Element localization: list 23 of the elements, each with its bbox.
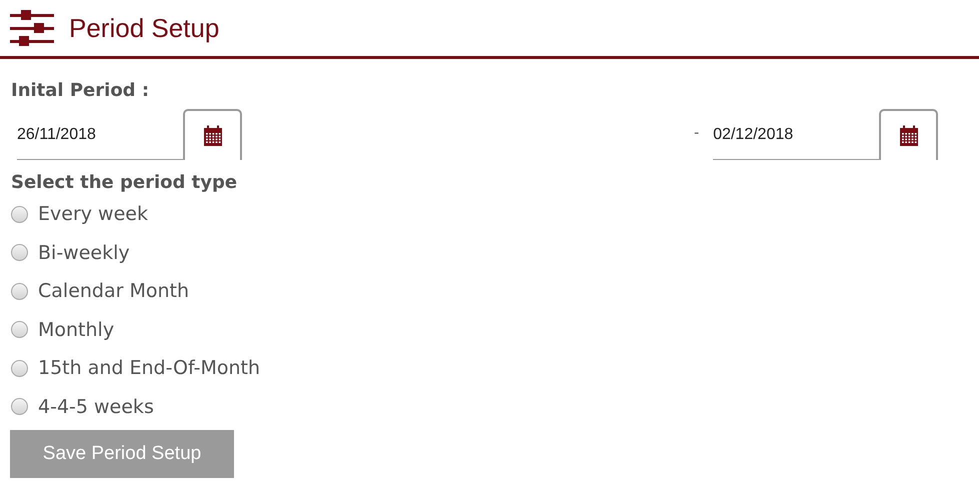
radio-button[interactable]: [11, 398, 28, 416]
radio-button[interactable]: [11, 360, 28, 377]
date-field[interactable]: 26/11/2018: [17, 110, 183, 160]
calendar-button[interactable]: [183, 109, 242, 160]
calendar-icon: [202, 124, 222, 146]
radio-button[interactable]: [11, 282, 28, 300]
radio-label: 15th and End-Of-Month: [38, 356, 260, 381]
sliders-icon: [10, 8, 54, 48]
radio-button[interactable]: [11, 206, 28, 223]
page-title: Period Setup: [69, 12, 220, 44]
radio-label: Every week: [38, 202, 148, 227]
section-label: Inital Period :: [11, 79, 150, 103]
calendar-button[interactable]: [879, 109, 938, 160]
calendar-icon: [898, 124, 919, 146]
date-field[interactable]: 02/12/2018: [713, 110, 880, 160]
radio-button[interactable]: [11, 321, 28, 338]
radio-label: Bi-weekly: [38, 240, 130, 266]
radio-button[interactable]: [11, 244, 28, 262]
radio-label: Calendar Month: [38, 279, 190, 304]
range-separator: -: [694, 124, 700, 143]
section-label: Select the period type: [11, 173, 238, 193]
radio-label: Monthly: [38, 318, 114, 342]
radio-label: 4-4-5 weeks: [38, 394, 154, 420]
